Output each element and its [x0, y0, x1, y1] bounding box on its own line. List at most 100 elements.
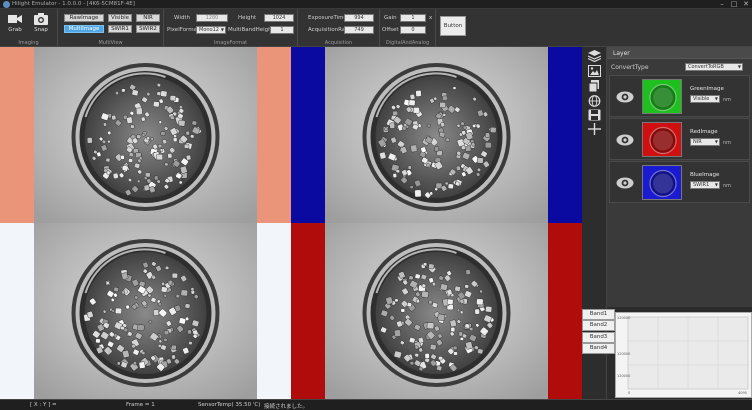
- height-field[interactable]: 1024: [264, 14, 294, 22]
- petri-dish-image: [325, 223, 548, 399]
- globe-icon[interactable]: [588, 95, 601, 107]
- status-coords: [ X : Y ] =: [30, 402, 57, 408]
- visible-button[interactable]: Visible: [108, 14, 132, 22]
- move-icon[interactable]: [588, 123, 601, 135]
- band1-button[interactable]: Band1: [582, 309, 615, 320]
- close-button[interactable]: ✕: [740, 0, 752, 9]
- layer-item[interactable]: RedImage NIR ▼ nm: [609, 118, 750, 160]
- band3-button[interactable]: Band3: [582, 332, 615, 343]
- digitalanalog-group: Gain 1 x Offset 0 DigitalAndAnalog: [380, 9, 436, 47]
- band4-button[interactable]: Band4: [582, 343, 615, 354]
- layer-unit: nm: [723, 183, 732, 189]
- layer-band-select[interactable]: NIR ▼: [690, 138, 720, 146]
- height-label: Height: [238, 15, 257, 21]
- grab-label: Grab: [8, 27, 22, 33]
- layer-name: RedImage: [690, 129, 718, 135]
- swir2-button[interactable]: SWIR2: [136, 25, 160, 33]
- chevron-down-icon: ▼: [714, 96, 718, 101]
- x-tick-label: 0: [628, 391, 630, 395]
- pixelformat-label: PixelFormat: [167, 27, 200, 33]
- title-bar: Hilight Emulator - 1.0.0.0 - [4K6-5CM81F…: [0, 0, 752, 9]
- acquisition-group: ExposureTime 994 AcquisitionRate 749 Acq…: [298, 9, 380, 47]
- generic-button[interactable]: Button: [440, 16, 466, 36]
- band-color-bar-left: [291, 223, 325, 399]
- band-color-bar-left: [0, 223, 34, 399]
- petri-dish-image: [34, 223, 257, 399]
- width-field[interactable]: 1280: [196, 14, 228, 22]
- gain-label: Gain: [384, 15, 397, 21]
- status-sensor-temp: SensorTemp( 35.50 'C): [198, 402, 261, 408]
- eye-icon[interactable]: [616, 174, 634, 192]
- band-color-bar-left: [0, 47, 34, 223]
- pixelformat-value: Mono12: [199, 27, 219, 33]
- layer-band-select[interactable]: Visible ▼: [690, 95, 720, 103]
- view-top-right[interactable]: [291, 47, 582, 223]
- multibandheight-field[interactable]: 1: [270, 26, 294, 34]
- converttype-select[interactable]: ConvertToRGB ▼: [685, 63, 743, 71]
- camera-icon: [34, 13, 48, 25]
- copy-icon[interactable]: [588, 80, 601, 93]
- layer-panel-header: Layer: [607, 47, 752, 59]
- histogram-chart[interactable]: 120000 120000 120000 0 4095: [615, 312, 752, 398]
- minimize-button[interactable]: –: [716, 0, 728, 9]
- band2-button[interactable]: Band2: [582, 320, 615, 331]
- y-tick-label: 120000: [617, 374, 630, 378]
- app-window: Hilight Emulator - 1.0.0.0 - [4K6-5CM81F…: [0, 0, 752, 410]
- layer-unit: nm: [723, 140, 732, 146]
- view-top-left[interactable]: [0, 47, 291, 223]
- petri-dish-image: [34, 47, 257, 223]
- status-message: 接続されました。: [264, 404, 309, 410]
- eye-icon[interactable]: [616, 88, 634, 106]
- layer-band-value: NIR: [693, 139, 702, 145]
- pixelformat-select[interactable]: Mono12 ▼: [196, 26, 226, 34]
- acquisition-group-label: Acquisition: [324, 40, 353, 46]
- multiview-group-label: MultiView: [98, 40, 123, 46]
- eye-icon[interactable]: [616, 131, 634, 149]
- gain-field[interactable]: 1: [400, 14, 426, 22]
- view-bottom-right[interactable]: [291, 223, 582, 399]
- rate-field[interactable]: 749: [344, 26, 374, 34]
- layer-item[interactable]: BlueImage SWIR1 ▼ nm: [609, 161, 750, 203]
- image-display-area[interactable]: [0, 47, 582, 399]
- app-logo-icon: [3, 1, 10, 8]
- multiview-group: RawImage Visible NIR MultiImage SWIR1 SW…: [58, 9, 164, 47]
- snap-button[interactable]: Snap: [30, 12, 52, 37]
- grab-button[interactable]: Grab: [4, 12, 26, 37]
- nir-button[interactable]: NIR: [136, 14, 160, 22]
- video-camera-icon: [8, 13, 22, 25]
- band-color-bar-right: [257, 47, 291, 223]
- chevron-down-icon: ▼: [220, 27, 224, 32]
- swir1-button[interactable]: SWIR1: [108, 25, 132, 33]
- exposure-label: ExposureTime: [308, 15, 347, 21]
- band-color-bar-right: [257, 223, 291, 399]
- layer-thumbnail: [642, 79, 682, 114]
- layer-name: GreenImage: [690, 86, 724, 92]
- digitalanalog-group-label: DigitalAndAnalog: [385, 40, 430, 46]
- view-bottom-left[interactable]: [0, 223, 291, 399]
- y-tick-label: 120000: [617, 352, 630, 356]
- width-label: Width: [174, 15, 190, 21]
- layer-panel: Layer ConvertType ConvertToRGB ▼ GreenIma…: [607, 47, 752, 307]
- gain-unit: x: [429, 15, 433, 21]
- layer-band-select[interactable]: SWIR1 ▼: [690, 181, 720, 189]
- maximize-button[interactable]: □: [728, 0, 740, 9]
- ribbon-toolbar: Grab Snap Imaging RawImage Visible NIR M…: [0, 9, 752, 47]
- multibandheight-label: MultiBandHeight: [228, 27, 274, 33]
- offset-field[interactable]: 0: [400, 26, 426, 34]
- converttype-label: ConvertType: [611, 64, 649, 71]
- petri-dish-image: [325, 47, 548, 223]
- exposure-field[interactable]: 994: [344, 14, 374, 22]
- layer-unit: nm: [723, 97, 732, 103]
- save-icon[interactable]: [588, 109, 601, 121]
- layer-thumbnail: [642, 122, 682, 157]
- layer-item[interactable]: GreenImage Visible ▼ nm: [609, 75, 750, 117]
- image-icon[interactable]: [588, 65, 601, 77]
- chevron-down-icon: ▼: [714, 182, 718, 187]
- rawimage-button[interactable]: RawImage: [64, 14, 104, 22]
- layer-thumbnail: [642, 165, 682, 200]
- snap-label: Snap: [34, 27, 48, 33]
- histogram-plot: 120000 120000 120000 0 4095: [617, 316, 749, 395]
- multiimage-button[interactable]: MultiImage: [64, 25, 104, 33]
- status-frame: Frame = 1: [126, 402, 155, 408]
- layers-icon[interactable]: [587, 50, 602, 63]
